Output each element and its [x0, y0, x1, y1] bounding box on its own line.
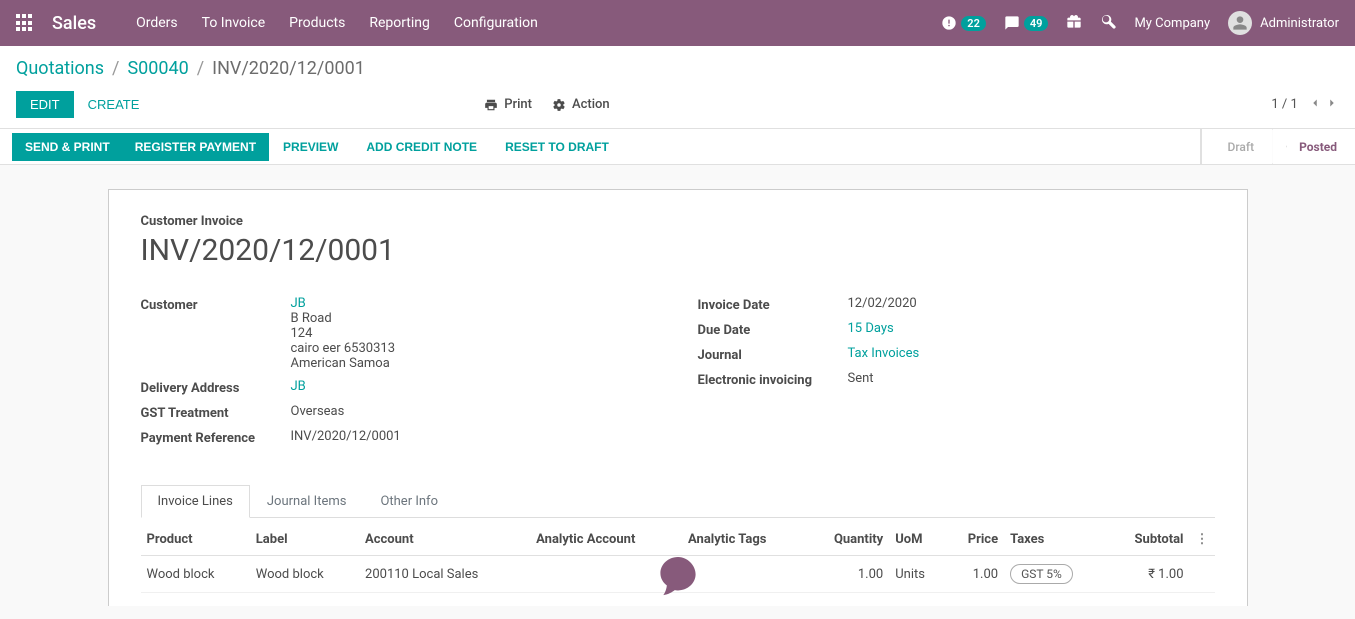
einvoice-value: Sent: [848, 371, 1215, 386]
nav-right: 22 49 My Company Administrator: [941, 11, 1339, 35]
row-menu-icon[interactable]: [1190, 556, 1215, 593]
company-name[interactable]: My Company: [1134, 16, 1210, 31]
create-button[interactable]: Create: [74, 91, 154, 118]
tab-journal-items[interactable]: Journal Items: [250, 485, 364, 518]
tab-invoice-lines[interactable]: Invoice Lines: [141, 485, 250, 518]
cell-label: Wood block: [250, 556, 359, 593]
form-title: INV/2020/12/0001: [141, 233, 1215, 268]
cell-taxes: GST 5%: [1004, 556, 1106, 593]
apps-icon[interactable]: [16, 14, 34, 32]
stage-draft[interactable]: Draft: [1201, 129, 1273, 164]
action-button[interactable]: Action: [552, 97, 610, 112]
label-gst: GST Treatment: [141, 404, 291, 421]
nav-orders[interactable]: Orders: [136, 15, 178, 31]
cell-quantity: 1.00: [806, 556, 890, 593]
print-button[interactable]: Print: [484, 97, 532, 112]
cell-account: 200110 Local Sales: [359, 556, 530, 593]
label-journal: Journal: [698, 346, 848, 363]
top-navbar: Sales Orders To Invoice Products Reporti…: [0, 0, 1355, 46]
form-title-label: Customer Invoice: [141, 214, 1215, 229]
label-invoice-date: Invoice Date: [698, 296, 848, 313]
preview-button[interactable]: Preview: [269, 133, 352, 161]
th-product[interactable]: Product: [141, 524, 250, 556]
tabs: Invoice Lines Journal Items Other Info: [141, 484, 1215, 518]
messages-badge: 49: [1024, 16, 1049, 31]
edit-button[interactable]: Edit: [16, 91, 74, 118]
nav-configuration[interactable]: Configuration: [454, 15, 538, 31]
th-subtotal[interactable]: Subtotal: [1106, 524, 1189, 556]
tools-icon[interactable]: [1100, 13, 1116, 33]
th-label[interactable]: Label: [250, 524, 359, 556]
activity-icon[interactable]: 22: [941, 15, 986, 31]
control-panel: Quotations / S00040 / INV/2020/12/0001 E…: [0, 46, 1355, 129]
breadcrumb-parent[interactable]: S00040: [127, 58, 188, 79]
th-analytic-tags[interactable]: Analytic Tags: [682, 524, 806, 556]
th-quantity[interactable]: Quantity: [806, 524, 890, 556]
messages-icon[interactable]: 49: [1004, 15, 1049, 31]
breadcrumb-root[interactable]: Quotations: [16, 58, 104, 79]
gift-icon[interactable]: [1066, 13, 1082, 33]
label-delivery: Delivery Address: [141, 379, 291, 396]
th-taxes[interactable]: Taxes: [1004, 524, 1106, 556]
reset-to-draft-button[interactable]: Reset to Draft: [491, 133, 623, 161]
breadcrumb: Quotations / S00040 / INV/2020/12/0001: [16, 58, 1339, 79]
journal-value[interactable]: Tax Invoices: [848, 346, 920, 361]
action-label: Action: [572, 97, 610, 112]
th-menu-icon[interactable]: ⋮: [1190, 524, 1215, 556]
user-menu[interactable]: Administrator: [1228, 11, 1339, 35]
breadcrumb-sep: /: [112, 58, 119, 79]
cell-price: 1.00: [946, 556, 1004, 593]
avatar-icon: [1228, 11, 1252, 35]
tab-other-info[interactable]: Other Info: [363, 485, 455, 518]
user-name: Administrator: [1260, 16, 1339, 31]
cell-product: Wood block: [141, 556, 250, 593]
nav-products[interactable]: Products: [289, 15, 345, 31]
tax-badge: GST 5%: [1010, 564, 1073, 584]
label-customer: Customer: [141, 296, 291, 313]
pager-prev-icon[interactable]: [1308, 96, 1322, 110]
th-uom[interactable]: UoM: [889, 524, 946, 556]
activity-badge: 22: [961, 16, 986, 31]
cell-subtotal: ₹ 1.00: [1106, 556, 1189, 593]
customer-addr1: B Road: [291, 311, 658, 326]
pager-text: 1 / 1: [1271, 97, 1297, 112]
label-payref: Payment Reference: [141, 429, 291, 446]
th-analytic-account[interactable]: Analytic Account: [530, 524, 682, 556]
payref-value: INV/2020/12/0001: [291, 429, 658, 444]
customer-addr2: 124: [291, 326, 658, 341]
status-bar: Send & Print Register Payment Preview Ad…: [0, 129, 1355, 165]
print-label: Print: [504, 97, 532, 112]
stage-posted[interactable]: Posted: [1272, 129, 1355, 164]
th-price[interactable]: Price: [946, 524, 1004, 556]
gst-value: Overseas: [291, 404, 658, 419]
nav-to-invoice[interactable]: To Invoice: [202, 15, 266, 31]
th-account[interactable]: Account: [359, 524, 530, 556]
cell-analytic-tags: [682, 556, 806, 593]
add-credit-note-button[interactable]: Add Credit Note: [352, 133, 491, 161]
form-sheet: Customer Invoice INV/2020/12/0001 Custom…: [108, 189, 1248, 606]
chat-bubble-icon[interactable]: [660, 557, 696, 601]
customer-addr3: cairo eer 6530313: [291, 341, 658, 356]
breadcrumb-current: INV/2020/12/0001: [212, 58, 365, 79]
delivery-link[interactable]: JB: [291, 379, 306, 394]
label-einvoice: Electronic invoicing: [698, 371, 848, 388]
nav-reporting[interactable]: Reporting: [369, 15, 430, 31]
send-print-button[interactable]: Send & Print: [12, 133, 123, 161]
invoice-date-value: 12/02/2020: [848, 296, 1215, 311]
due-date-value[interactable]: 15 Days: [848, 321, 894, 336]
nav-menu: Orders To Invoice Products Reporting Con…: [136, 15, 538, 31]
pager-next-icon[interactable]: [1325, 96, 1339, 110]
cell-uom: Units: [889, 556, 946, 593]
customer-addr4: American Samoa: [291, 356, 658, 371]
register-payment-button[interactable]: Register Payment: [122, 133, 269, 161]
breadcrumb-sep: /: [197, 58, 204, 79]
customer-link[interactable]: JB: [291, 296, 306, 311]
label-due-date: Due Date: [698, 321, 848, 338]
app-brand[interactable]: Sales: [52, 13, 96, 34]
